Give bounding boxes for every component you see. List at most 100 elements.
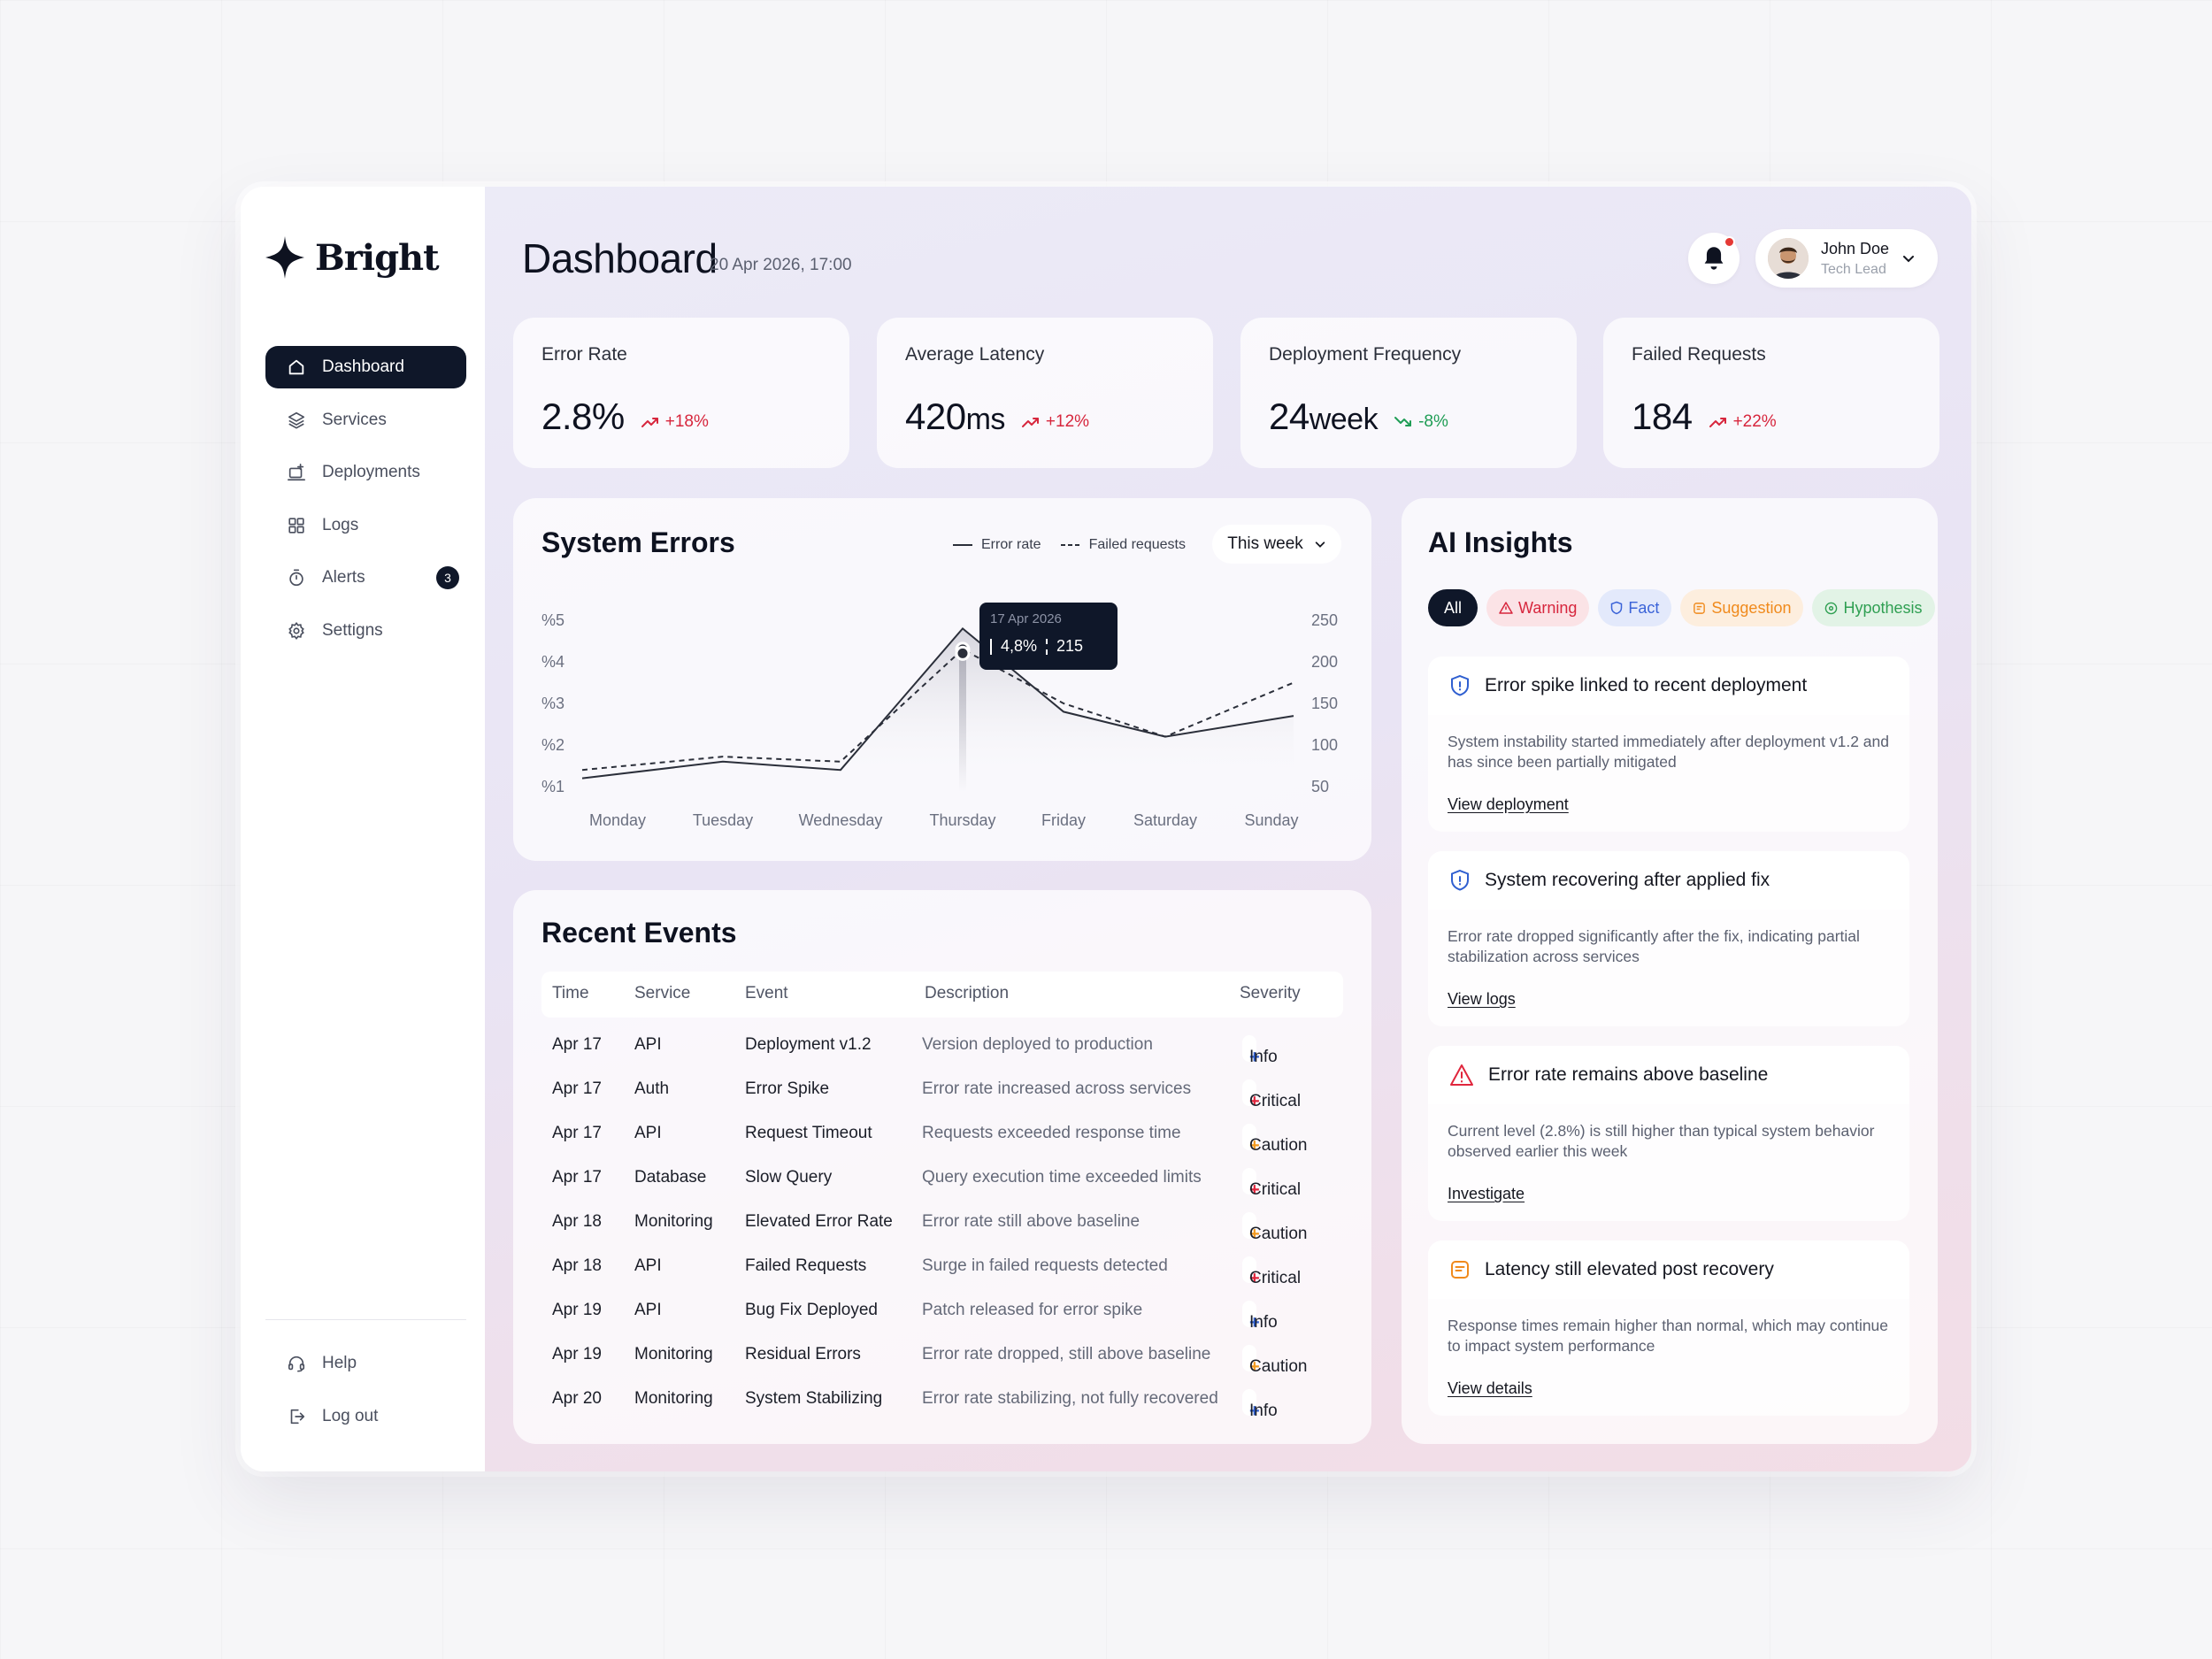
view-details-link[interactable]: View details (1448, 1379, 1532, 1398)
column-header-time[interactable]: Time (552, 984, 589, 1003)
kpi-deployment-frequency[interactable]: Deployment Frequency 24week -8% (1240, 318, 1577, 468)
card-title: Recent Events (541, 917, 737, 949)
kpi-average-latency[interactable]: Average Latency 420ms +12% (877, 318, 1213, 468)
filter-chip-hypothesis[interactable]: Hypothesis (1812, 589, 1935, 626)
sidebar-item-label: Log out (322, 1406, 379, 1425)
cell-time: Apr 19 (552, 1301, 602, 1319)
severity-label: Info (1249, 1313, 1278, 1332)
tooltip-rate: 4,8% (1001, 637, 1038, 655)
cell-event: Failed Requests (745, 1256, 867, 1275)
kpi-value: 24week (1269, 396, 1379, 437)
column-header-description[interactable]: Description (925, 984, 1009, 1003)
y-left-tick-label: %1 (541, 778, 565, 795)
kpi-delta: +18% (641, 412, 709, 432)
cell-service: Monitoring (634, 1345, 713, 1363)
cell-event: Deployment v1.2 (745, 1035, 872, 1054)
insight-title: Error rate remains above baseline (1488, 1064, 1769, 1085)
sidebar-item-help[interactable]: Help (265, 1342, 466, 1385)
insight-header: Error rate remains above baseline (1428, 1046, 1909, 1104)
cell-service: API (634, 1035, 662, 1054)
severity-badge: + Critical (1242, 1256, 1301, 1288)
brand-logo[interactable]: Bright (265, 236, 440, 279)
table-row[interactable]: Apr 17 Database Slow Query Query execution … (541, 1156, 1343, 1200)
sidebar-item-dashboard[interactable]: Dashboard (265, 346, 466, 388)
insight-body: Error rate dropped significantly after t… (1448, 927, 1860, 965)
tooltip-values: 4,8% 215 (990, 637, 1107, 656)
view-deployment-link[interactable]: View deployment (1448, 795, 1569, 814)
kpi-label: Deployment Frequency (1269, 344, 1462, 365)
kpi-value: 420ms (905, 396, 1005, 437)
kpi-delta: +22% (1709, 412, 1777, 432)
notification-dot (1724, 236, 1735, 248)
sidebar-item-logout[interactable]: Log out (265, 1395, 466, 1438)
insight-title: System recovering after applied fix (1485, 870, 1770, 890)
user-info: John Doe Tech Lead (1821, 240, 1889, 278)
sidebar-item-deployments[interactable]: Deployments (265, 451, 466, 494)
severity-label: Info (1249, 1402, 1278, 1420)
x-tick-label: Tuesday (693, 811, 753, 829)
filter-chip-warning[interactable]: Warning (1486, 589, 1590, 626)
insight-card[interactable]: System recovering after applied fix Erro… (1428, 851, 1909, 1026)
user-menu[interactable]: John Doe Tech Lead (1755, 229, 1938, 288)
app-window: Bright Dashboard Services Deployments Lo… (241, 187, 1971, 1471)
column-header-severity[interactable]: Severity (1240, 984, 1301, 1003)
kpi-delta: +12% (1021, 412, 1089, 432)
cell-event: Slow Query (745, 1168, 833, 1187)
notifications-button[interactable] (1688, 233, 1740, 284)
y-left-tick-label: %5 (541, 611, 565, 629)
page-datetime: 20 Apr 2026, 17:00 (710, 256, 852, 274)
sparkle-logo-icon (265, 236, 304, 279)
sidebar-item-alerts[interactable]: Alerts 3 (265, 557, 466, 599)
insight-card[interactable]: Latency still elevated post recovery Res… (1428, 1240, 1909, 1416)
insight-body: System instability started immediately a… (1448, 733, 1889, 771)
cell-description: Version deployed to production (922, 1035, 1153, 1054)
x-tick-label: Thursday (929, 811, 995, 829)
cell-description: Error rate increased across services (922, 1079, 1192, 1098)
table-row[interactable]: Apr 17 API Deployment v1.2 Version deployed… (541, 1023, 1343, 1067)
kpi-label: Failed Requests (1632, 344, 1766, 365)
note-icon (1451, 1261, 1469, 1279)
investigate-link[interactable]: Investigate (1448, 1185, 1525, 1203)
ai-insights-card: AI Insights All Warning Fact Suggestion (1402, 498, 1938, 1444)
sidebar-item-label: Services (322, 410, 387, 429)
sidebar-item-logs[interactable]: Logs (265, 504, 466, 547)
sidebar-item-settings[interactable]: Settigns (265, 610, 466, 652)
filter-chip-suggestion[interactable]: Suggestion (1680, 589, 1804, 626)
sidebar-item-services[interactable]: Services (265, 399, 466, 442)
insight-header: Error spike linked to recent deployment (1428, 657, 1909, 715)
table-row[interactable]: Apr 17 API Request Timeout Requests exceede… (541, 1111, 1343, 1156)
x-tick-label: Monday (589, 811, 646, 829)
table-row[interactable]: Apr 20 Monitoring System Stabilizing Error … (541, 1377, 1343, 1421)
brand-name: Bright (315, 236, 440, 279)
filter-chip-fact[interactable]: Fact (1598, 589, 1672, 626)
insight-filters: All Warning Fact Suggestion Hypothesis (1428, 589, 1935, 626)
sidebar-nav: Dashboard Services Deployments Logs Aler… (265, 346, 466, 662)
insight-card[interactable]: Error rate remains above baseline Curren… (1428, 1046, 1909, 1221)
filter-chip-all[interactable]: All (1428, 589, 1479, 626)
kpi-error-rate[interactable]: Error Rate 2.8% +18% (513, 318, 849, 468)
events-table-body: Apr 17 API Deployment v1.2 Version deployed… (541, 1023, 1343, 1421)
kpi-failed-requests[interactable]: Failed Requests 184 +22% (1603, 318, 1939, 468)
table-row[interactable]: Apr 17 Auth Error Spike Error rate increase… (541, 1067, 1343, 1111)
trend-down-icon (1394, 417, 1412, 426)
column-header-service[interactable]: Service (634, 984, 690, 1003)
table-row[interactable]: Apr 19 API Bug Fix Deployed Patch released … (541, 1288, 1343, 1333)
insight-title: Error spike linked to recent deployment (1485, 675, 1808, 695)
column-header-event[interactable]: Event (745, 984, 788, 1003)
y-left-tick-label: %4 (541, 653, 565, 671)
table-row[interactable]: Apr 18 Monitoring Elevated Error Rate Error… (541, 1200, 1343, 1244)
cell-event: Request Timeout (745, 1124, 872, 1142)
gear-icon (288, 621, 304, 640)
insight-body: Current level (2.8%) is still higher tha… (1448, 1122, 1875, 1160)
insight-card[interactable]: Error spike linked to recent deployment … (1428, 657, 1909, 832)
cell-time: Apr 18 (552, 1256, 602, 1275)
table-row[interactable]: Apr 18 API Failed Requests Surge in failed … (541, 1244, 1343, 1288)
shield-icon (1451, 674, 1469, 696)
y-right-tick-label: 100 (1311, 736, 1338, 754)
kpi-label: Error Rate (541, 344, 627, 365)
severity-label: Critical (1249, 1269, 1302, 1287)
view-logs-link[interactable]: View logs (1448, 990, 1516, 1009)
main-content: Dashboard 20 Apr 2026, 17:00 John Doe Te… (485, 187, 1971, 1471)
atom-icon (1825, 602, 1838, 614)
table-row[interactable]: Apr 19 Monitoring Residual Errors Error rat… (541, 1333, 1343, 1377)
